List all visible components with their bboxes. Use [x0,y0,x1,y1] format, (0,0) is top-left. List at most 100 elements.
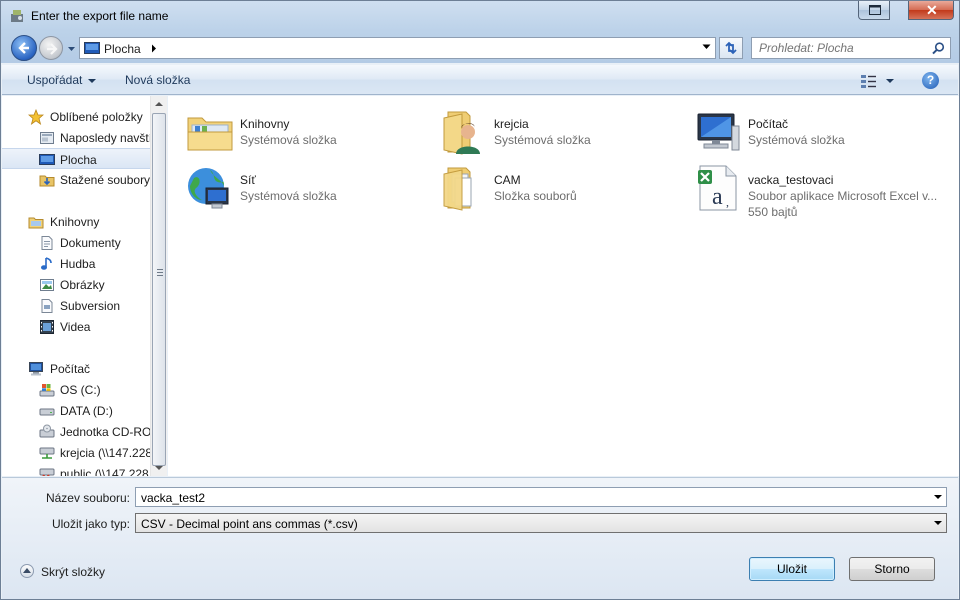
file-type: Systémová složka [748,133,845,147]
arrow-right-icon [47,43,58,55]
chevron-down-icon[interactable] [702,44,711,50]
file-name: vacka_testovaci [748,173,834,187]
videos-icon [40,320,54,334]
nav-item-cdrom[interactable]: Jednotka CD-ROM [2,421,150,442]
close-button[interactable]: ✕ [908,1,954,20]
file-type: Systémová složka [240,133,337,147]
documents-icon [41,236,53,250]
app-icon [11,10,23,22]
file-list: Knihovny Systémová složka krejcia Systém… [168,96,959,476]
nav-item-desktop[interactable]: Plocha [2,148,150,169]
system-drive-icon [39,384,55,397]
change-view-icon[interactable] [860,73,878,89]
cancel-button[interactable]: Storno [849,557,935,581]
nav-item-drive-c[interactable]: OS (C:) [2,379,150,400]
chevron-down-icon[interactable] [934,495,942,499]
search-icon[interactable] [932,42,945,55]
nav-item-recent-places[interactable]: Naposledy navštívená místa [2,127,150,148]
computer-icon [697,113,740,151]
file-item-excel-file[interactable]: a , vacka_testovaci Soubor aplikace Micr… [676,156,937,226]
star-icon [28,109,44,125]
help-icon[interactable]: ? [922,72,939,89]
nav-item-label: Plocha [60,153,97,167]
window-title: Enter the export file name [31,9,169,23]
file-type: Soubor aplikace Microsoft Excel v... [748,189,938,203]
search-box[interactable] [751,37,951,59]
file-type: Systémová složka [240,189,337,203]
recent-pages-dropdown[interactable] [67,44,76,53]
nav-item-favorites[interactable]: Oblíbené položky [2,106,150,127]
save-dialog: Enter the export file name ✕ Plocha Proh… [0,0,960,600]
breadcrumb-chevron-icon[interactable] [151,44,157,53]
nav-item-pictures[interactable]: Obrázky [2,274,150,295]
save-button[interactable]: Uložit [749,557,835,581]
scrollbar-thumb[interactable] [152,113,166,466]
nav-item-drive-d[interactable]: DATA (D:) [2,400,150,421]
navigation-tree: Oblíbené položky Naposledy navštívená mí… [2,96,150,476]
network-drive-disconnected-icon [39,468,55,476]
nav-item-label: Stažené soubory [60,173,150,187]
refresh-button[interactable] [719,37,743,59]
navigation-scrollbar[interactable] [150,96,167,476]
file-type: Složka souborů [494,189,577,203]
file-name: Síť [240,173,256,187]
desktop-icon [39,154,55,165]
save-as-type-value: CSV - Decimal point ans commas (*.csv) [141,517,358,531]
refresh-icon [725,41,737,55]
nav-item-label: Dokumenty [60,236,121,250]
nav-item-music[interactable]: Hudba [2,253,150,274]
address-bar[interactable]: Plocha [79,37,716,59]
filename-value[interactable]: vacka_test2 [141,491,205,505]
network-drive-icon [39,447,55,459]
file-name: CAM [494,173,521,187]
new-folder-button[interactable]: Nová složka [125,73,190,87]
command-toolbar: Uspořádat Nová složka ? [2,65,958,95]
nav-item-downloads[interactable]: Stažené soubory [2,169,150,190]
restore-button[interactable] [858,1,890,20]
scroll-up-icon[interactable] [155,102,163,106]
subversion-icon [41,299,53,313]
nav-item-computer[interactable]: Počítač [2,358,150,379]
file-name: Počítač [748,117,789,131]
nav-item-label: Videa [60,320,91,334]
filename-label: Název souboru: [45,491,130,505]
nav-item-label: Počítač [50,362,91,376]
downloads-icon [39,175,55,187]
file-item-libraries[interactable]: Knihovny Systémová složka [168,100,418,152]
forward-button[interactable] [39,36,63,60]
back-button[interactable] [11,35,37,61]
save-as-type-select[interactable]: CSV - Decimal point ans commas (*.csv) [135,513,947,533]
organize-button[interactable]: Uspořádat [27,73,97,87]
breadcrumb-desktop[interactable]: Plocha [104,42,141,56]
view-options-dropdown[interactable] [886,79,894,83]
nav-item-label: Subversion [60,299,121,313]
nav-item-network-public[interactable]: public (\\147.228 [2,463,150,476]
nav-item-documents[interactable]: Dokumenty [2,232,150,253]
filename-input[interactable]: vacka_test2 [135,487,947,507]
nav-item-label: Knihovny [50,215,100,229]
nav-item-subversion[interactable]: Subversion [2,295,150,316]
chevron-down-icon[interactable] [934,521,942,525]
chevron-down-icon [88,78,97,83]
computer-icon [29,362,43,376]
close-icon: ✕ [926,2,938,18]
nav-item-label: Obrázky [60,278,105,292]
organize-label: Uspořádat [27,73,83,87]
user-folder-icon [443,111,480,155]
file-size: 550 bajtů [748,205,798,219]
file-item-folder-cam[interactable]: CAM Složka souborů [422,156,672,211]
excel-csv-file-icon: a , [698,165,737,211]
file-name: krejcia [494,117,529,131]
file-item-user-folder[interactable]: krejcia Systémová složka [422,100,672,155]
nav-item-network-krejcia[interactable]: krejcia (\\147.228 [2,442,150,463]
scroll-down-icon[interactable] [155,466,163,470]
desktop-icon [84,42,100,54]
file-item-network[interactable]: Síť Systémová složka [168,156,418,209]
file-item-computer[interactable]: Počítač Systémová složka [676,100,926,152]
nav-item-label: DATA (D:) [60,404,113,418]
file-type: Systémová složka [494,133,591,147]
nav-item-libraries[interactable]: Knihovny [2,211,150,232]
nav-item-label: Hudba [60,257,96,271]
nav-item-videos[interactable]: Videa [2,316,150,337]
search-input[interactable] [752,38,928,58]
